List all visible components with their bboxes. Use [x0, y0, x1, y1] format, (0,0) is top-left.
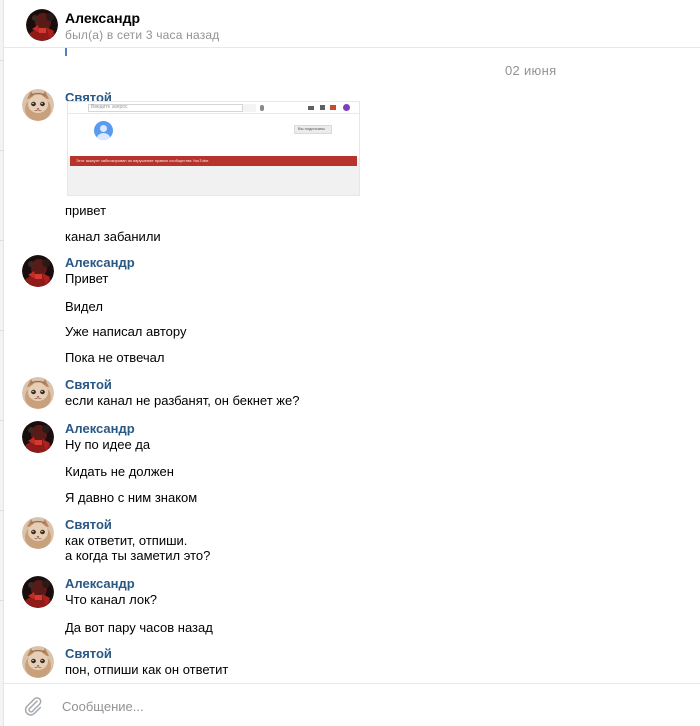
sender-name[interactable]: Александр [65, 421, 135, 436]
message-composer [4, 683, 700, 726]
message-text: Видел [65, 299, 103, 314]
message-text: а когда ты заметил это? [65, 548, 211, 563]
sender-name[interactable]: Святой [65, 517, 112, 532]
sender-name[interactable]: Александр [65, 576, 135, 591]
message-text: Да вот пару часов назад [65, 620, 213, 635]
message-text: Пока не отвечал [65, 350, 165, 365]
avatar-svyatoy[interactable] [22, 517, 54, 549]
message-text: Что канал лок? [65, 592, 158, 607]
message-text: канал забанили [65, 229, 161, 244]
contact-status: был(а) в сети 3 часа назад [65, 28, 220, 42]
contact-name[interactable]: Александр [65, 10, 140, 26]
image-ban-banner: Этот аккаунт заблокирован за нарушение п… [70, 156, 357, 166]
avatar-alexander[interactable] [22, 421, 54, 453]
message-text: Привет [65, 271, 109, 286]
image-channel-banner [68, 114, 359, 158]
left-panel-edge [0, 0, 4, 726]
notification-icon [330, 105, 336, 110]
channel-avatar-icon [94, 121, 113, 140]
microphone-icon [260, 105, 264, 111]
unread-marker [65, 48, 67, 56]
chat-header: Александр был(а) в сети 3 часа назад [4, 0, 700, 48]
avatar-alexander[interactable] [22, 576, 54, 608]
message-text: если канал не разбанят, он бекнет же? [65, 393, 300, 408]
sender-name[interactable]: Александр [65, 255, 135, 270]
header-avatar[interactable] [26, 9, 58, 41]
message-text: пон, отпиши как он ответит [65, 662, 229, 677]
message-text: Ну по идее да [65, 437, 151, 452]
sender-name[interactable]: Святой [65, 646, 112, 661]
profile-icon [343, 104, 350, 111]
image-subscribe-button: Вы подписаны [294, 125, 332, 134]
message-input[interactable] [62, 696, 622, 716]
message-text: Кидать не должен [65, 464, 174, 479]
camera-icon [308, 106, 314, 110]
apps-icon [320, 105, 325, 110]
message-text: как ответит, отпиши. [65, 533, 188, 548]
image-search-button [242, 104, 256, 112]
paperclip-icon[interactable] [22, 695, 44, 717]
avatar-alexander[interactable] [22, 255, 54, 287]
avatar-svyatoy[interactable] [22, 89, 54, 121]
attached-image[interactable]: Введите запрос Вы подписаны Этот аккаунт… [67, 101, 360, 196]
date-separator: 02 июня [505, 63, 557, 78]
image-search-box: Введите запрос [88, 104, 256, 112]
sender-name[interactable]: Святой [65, 377, 112, 392]
message-text: привет [65, 203, 107, 218]
avatar-svyatoy[interactable] [22, 377, 54, 409]
message-text: Я давно с ним знаком [65, 490, 198, 505]
avatar-svyatoy[interactable] [22, 646, 54, 678]
message-text: Уже написал автору [65, 324, 187, 339]
image-topbar: Введите запрос [68, 102, 359, 114]
